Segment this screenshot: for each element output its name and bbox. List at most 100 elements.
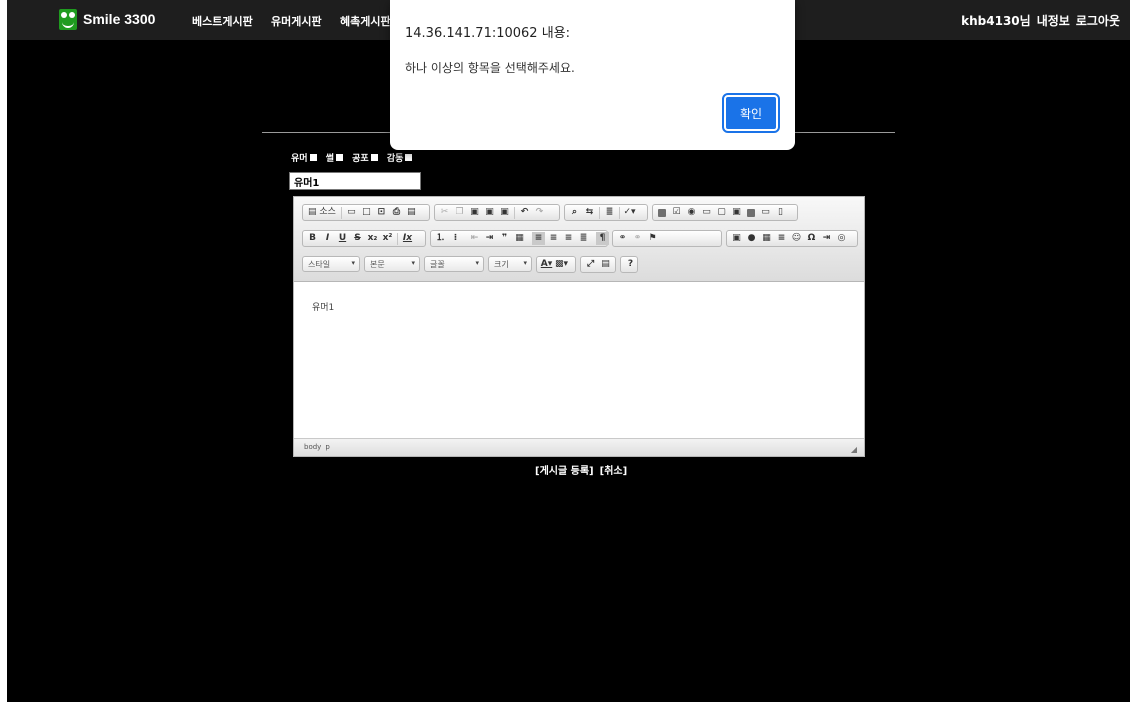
- paste-icon[interactable]: ▣: [468, 206, 481, 219]
- path-body[interactable]: body: [304, 443, 321, 451]
- style-combo[interactable]: 스타일 ▾: [302, 256, 360, 272]
- size-combo[interactable]: 크기 ▾: [488, 256, 532, 272]
- category-checkboxes: 유머 썰 공포 감동: [291, 151, 418, 164]
- category-label: 공포: [352, 154, 369, 164]
- anchor-icon[interactable]: ⚑: [646, 232, 659, 245]
- cut-icon[interactable]: ✂: [438, 206, 451, 219]
- table-icon[interactable]: ▦: [760, 232, 773, 245]
- preview-icon[interactable]: ⊡: [375, 206, 388, 219]
- rich-text-editor: ▤ 소스 ▭ □ ⊡ ⎙ ▤ ✂ ❐ ▣ ▣ ▣ ↶ ↷ ⌕ ⇆ ≣ ✓▾ ☑ …: [293, 196, 865, 457]
- smile-logo-icon[interactable]: [59, 9, 77, 30]
- editor-content-area[interactable]: 유머1: [294, 282, 864, 438]
- indent-icon[interactable]: ⇥: [483, 232, 496, 245]
- paste-text-icon[interactable]: ▣: [483, 206, 496, 219]
- editor-status-bar: body p ◢: [294, 438, 864, 456]
- title-input[interactable]: [289, 172, 421, 190]
- templates-icon[interactable]: ▤: [405, 206, 418, 219]
- nav-humor-board[interactable]: 유머게시판: [271, 13, 322, 29]
- align-left-icon[interactable]: ≡: [532, 232, 545, 245]
- source-button[interactable]: ▤ 소스: [306, 206, 338, 219]
- outdent-icon[interactable]: ⇤: [468, 232, 481, 245]
- bold-icon[interactable]: B: [306, 232, 319, 245]
- italic-icon[interactable]: I: [321, 232, 334, 245]
- image-button-icon[interactable]: ▭: [759, 206, 772, 219]
- checkbox[interactable]: [370, 154, 378, 161]
- replace-icon[interactable]: ⇆: [583, 206, 596, 219]
- dialog-title: 14.36.141.71:10062 내용:: [405, 26, 571, 41]
- unlink-icon[interactable]: ⚭: [631, 232, 644, 245]
- div-icon[interactable]: ▦: [513, 232, 526, 245]
- find-icon[interactable]: ⌕: [568, 206, 581, 219]
- dialog-message: 하나 이상의 항목을 선택해주세요.: [405, 61, 575, 75]
- category-humor[interactable]: 유머: [291, 151, 317, 164]
- help-icon[interactable]: ?: [624, 258, 637, 271]
- align-justify-icon[interactable]: ≣: [577, 232, 590, 245]
- link-icon[interactable]: ⚭: [616, 232, 629, 245]
- checkbox[interactable]: [405, 154, 413, 161]
- format-combo[interactable]: 본문 ▾: [364, 256, 420, 272]
- maximize-icon[interactable]: ⤢: [584, 258, 597, 271]
- submit-post-button[interactable]: [게시글 등록]: [535, 466, 594, 477]
- resize-handle-icon[interactable]: ◢: [851, 445, 857, 454]
- category-story[interactable]: 썰: [326, 151, 343, 164]
- horizontal-line-icon[interactable]: ≡: [775, 232, 788, 245]
- textfield-icon[interactable]: ▭: [700, 206, 713, 219]
- new-page-icon[interactable]: □: [360, 206, 373, 219]
- image-icon[interactable]: ▣: [730, 232, 743, 245]
- text-color-icon[interactable]: A▾: [540, 258, 553, 271]
- bg-color-icon[interactable]: ▩▾: [555, 258, 568, 271]
- underline-icon[interactable]: U: [336, 232, 349, 245]
- subscript-icon[interactable]: x₂: [366, 232, 379, 245]
- blockquote-icon[interactable]: ❞: [498, 232, 511, 245]
- page-background: Smile 3300 베스트게시판 유머게시판 혜촉게시판 khb4130님 내정…: [7, 0, 1130, 702]
- radio-icon[interactable]: ◉: [685, 206, 698, 219]
- select-icon[interactable]: ▣: [730, 206, 743, 219]
- category-touching[interactable]: 감동: [387, 151, 413, 164]
- toolbar-group-document: ▤ 소스 ▭ □ ⊡ ⎙ ▤: [302, 204, 430, 221]
- button-icon[interactable]: [747, 208, 755, 217]
- toolbar-group-editing: ⌕ ⇆ ≣ ✓▾: [564, 204, 648, 221]
- iframe-icon[interactable]: ◎: [835, 232, 848, 245]
- align-right-icon[interactable]: ≡: [562, 232, 575, 245]
- textarea-icon[interactable]: ▢: [715, 206, 728, 219]
- bullet-list-icon[interactable]: ⁝: [449, 232, 462, 245]
- category-horror[interactable]: 공포: [352, 151, 378, 164]
- select-all-icon[interactable]: ≣: [603, 206, 616, 219]
- spellcheck-icon[interactable]: ✓▾: [623, 206, 636, 219]
- print-icon[interactable]: ⎙: [390, 206, 403, 219]
- toolbar-group-clipboard: ✂ ❐ ▣ ▣ ▣ ↶ ↷: [434, 204, 560, 221]
- save-icon[interactable]: ▭: [345, 206, 358, 219]
- nav-best-board[interactable]: 베스트게시판: [192, 13, 253, 29]
- logout-link[interactable]: 로그아웃: [1076, 14, 1120, 28]
- superscript-icon[interactable]: x²: [381, 232, 394, 245]
- path-p[interactable]: p: [325, 443, 329, 451]
- page-break-icon[interactable]: ⇥: [820, 232, 833, 245]
- toolbar-group-tools: ⤢ ▤: [580, 256, 616, 273]
- profile-link[interactable]: 내정보: [1037, 14, 1070, 28]
- checkbox-icon[interactable]: ☑: [670, 206, 683, 219]
- form-icon[interactable]: [658, 208, 666, 217]
- checkbox[interactable]: [309, 154, 317, 161]
- align-center-icon[interactable]: ≡: [547, 232, 560, 245]
- editor-toolbar: ▤ 소스 ▭ □ ⊡ ⎙ ▤ ✂ ❐ ▣ ▣ ▣ ↶ ↷ ⌕ ⇆ ≣ ✓▾ ☑ …: [294, 197, 864, 282]
- special-char-icon[interactable]: Ω: [805, 232, 818, 245]
- numbered-list-icon[interactable]: ⒈: [434, 232, 447, 245]
- show-blocks-icon[interactable]: ▤: [599, 258, 612, 271]
- remove-format-icon[interactable]: Ix: [401, 232, 414, 245]
- dialog-ok-button[interactable]: 확인: [722, 93, 780, 133]
- strike-icon[interactable]: S: [351, 232, 364, 245]
- checkbox[interactable]: [335, 154, 343, 161]
- copy-icon[interactable]: ❐: [453, 206, 466, 219]
- smiley-icon[interactable]: ☺: [790, 232, 803, 245]
- undo-icon[interactable]: ↶: [518, 206, 531, 219]
- ltr-icon[interactable]: ¶: [596, 232, 609, 245]
- flash-icon[interactable]: ●: [745, 232, 758, 245]
- editor-text: 유머1: [312, 303, 335, 313]
- font-combo[interactable]: 글꼴 ▾: [424, 256, 484, 272]
- cancel-button[interactable]: [취소]: [600, 466, 628, 477]
- nav-third-board[interactable]: 혜촉게시판: [340, 13, 391, 29]
- redo-icon[interactable]: ↷: [533, 206, 546, 219]
- hidden-field-icon[interactable]: ▯: [774, 206, 787, 219]
- site-logo-text[interactable]: Smile 3300: [83, 11, 155, 27]
- paste-word-icon[interactable]: ▣: [498, 206, 511, 219]
